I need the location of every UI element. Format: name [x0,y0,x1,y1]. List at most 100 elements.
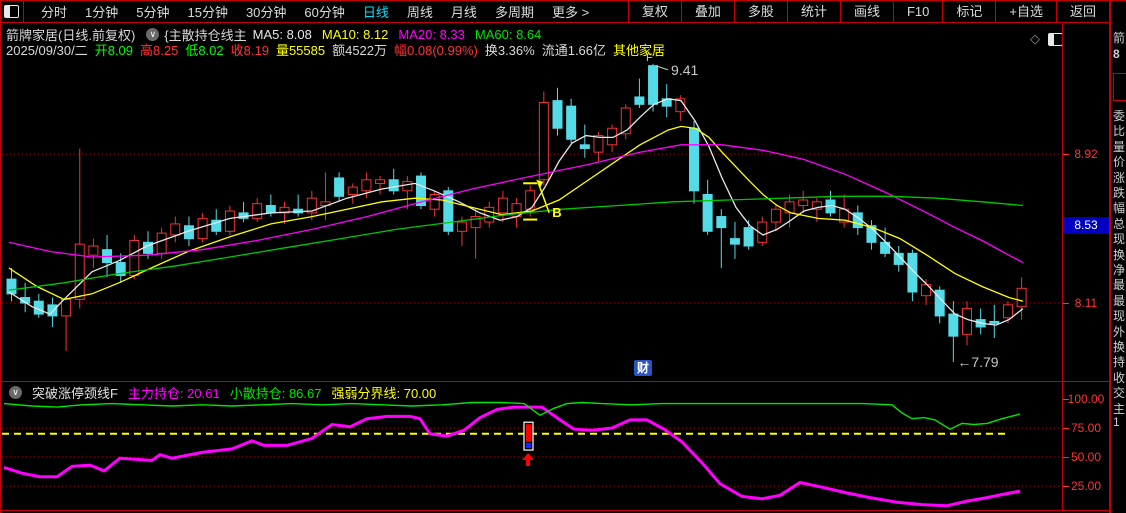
toolbar-button-3[interactable]: 统计 [786,1,840,23]
axis-tick [1063,303,1069,305]
chart-corner-icons: ◇ [1030,31,1063,47]
toolbar-button-1[interactable]: 叠加 [680,1,734,23]
candle-41 [566,105,577,140]
info-field-7: 幅0.08(0.99%) [394,43,478,58]
sub-header-label-1: 主力持仓: 20.61 [127,386,220,401]
candle-9 [129,239,140,276]
info-field-4: 收8.19 [230,43,269,58]
info-field-9: 流通1.66亿 [541,43,607,58]
strip-box [1113,73,1126,101]
candle-46 [634,96,645,105]
info-field-5: 量55585 [275,43,326,58]
candle-45 [620,107,631,135]
period-item-0[interactable]: 分时 [32,2,76,21]
toolbar-button-6[interactable]: 标记 [942,1,995,23]
candle-24 [334,177,345,197]
sub-axis-tick [1063,399,1069,400]
svg-text:←7.79: ←7.79 [957,354,998,370]
fin-badge[interactable]: 财 [634,360,652,376]
info-field-3: 低8.02 [185,43,224,58]
candle-12 [170,223,181,236]
candle-50 [689,127,699,192]
candle-36 [497,197,508,214]
candle-4 [61,298,72,317]
sub-axis-label-50: 50.00 [1070,450,1102,464]
candle-69 [948,313,959,337]
toolbar-menu: 复权 叠加 多股 统计 画线 F10 标记 +自选 返回 [627,1,1110,23]
svg-text:B: B [552,205,561,220]
sub-axis-tick [1063,428,1069,429]
collapse-icon[interactable]: ∨ [9,386,22,399]
candle-73 [1002,304,1013,319]
candle-0 [6,278,17,295]
candle-27 [375,179,386,184]
axis-left-border [1062,24,1063,510]
sub-header-label-0[interactable]: 突破涨停颈线F [32,383,118,402]
candle-26 [361,179,372,192]
candle-58 [798,199,809,207]
info-field-2: 高8.25 [140,43,179,58]
axis-label-8.11: 8.11 [1074,296,1098,311]
toolbar-button-8[interactable]: 返回 [1055,1,1110,23]
current-price-box: 8.53 [1063,216,1109,234]
strip-char-20: 1 [1113,415,1120,429]
candle-33 [456,221,467,232]
chevron-down-icon[interactable]: ∨ [146,27,160,41]
ohlc-info-row: 2025/09/30/二 开8.09 高8.25 低8.02 收8.19 量55585 额4… [6,42,672,58]
info-field-8: 换3.36% [484,43,535,58]
period-item-8[interactable]: 月线 [442,2,486,21]
signal-up-arrow [522,453,534,467]
period-item-1[interactable]: 1分钟 [76,2,127,21]
strip-price-char: 8 [1113,47,1120,61]
period-item-4[interactable]: 30分钟 [237,2,295,21]
split-panel-icon[interactable] [1048,32,1063,46]
right-panel-strip[interactable]: 箭 8 委比量价涨跌幅总现换净最最现外换持收交主1 [1110,1,1126,513]
period-menu: 分时 1分钟 5分钟 15分钟 30分钟 60分钟 日线 周线 月线 多周期 更多 > [24,1,598,23]
sub-axis-label-100: 100.00 [1067,392,1105,406]
period-item-2[interactable]: 5分钟 [127,2,178,21]
sub-axis-label-25: 25.00 [1070,479,1102,493]
candle-18 [252,203,263,219]
main-candlestick-chart[interactable]: F9.41←7.79B [2,24,1062,381]
candle-70 [962,308,972,335]
candle-57 [784,201,795,214]
strip-stock-char: 箭 [1113,31,1126,45]
period-item-7[interactable]: 周线 [398,2,442,21]
period-menubar: 分时 1分钟 5分钟 15分钟 30分钟 60分钟 日线 周线 月线 多周期 更多 > 复权 叠加 多股… [0,1,1126,23]
candle-56 [770,208,781,223]
panel-divider [0,381,1110,382]
toolbar-button-5[interactable]: F10 [892,1,942,23]
info-field-6: 额4522万 [332,43,388,58]
indicator-subchart[interactable] [2,384,1062,510]
candle-5 [74,243,85,300]
candle-53 [729,238,740,245]
period-item-10[interactable]: 更多 > [543,2,598,21]
period-item-6[interactable]: 日线 [354,2,398,21]
period-item-3[interactable]: 15分钟 [178,2,236,21]
series-主力持仓 [3,405,1021,508]
axis-tick [1063,154,1069,155]
candle-29 [402,181,413,192]
sub-axis-tick [1063,486,1069,487]
toolbar-button-2[interactable]: 多股 [733,1,787,23]
candle-19 [265,205,276,214]
sub-axis-label-75: 75.00 [1070,421,1102,435]
toolbar-button-7[interactable]: +自选 [995,1,1056,23]
svg-text:9.41: 9.41 [671,62,698,78]
sidebar-toggle-icon[interactable] [0,1,24,23]
candle-42 [579,144,590,149]
sub-axis-tick [1063,457,1069,458]
toolbar-button-0[interactable]: 复权 [627,1,681,23]
candle-39 [538,101,549,181]
candle-16 [224,210,235,232]
candle-40 [552,100,563,129]
candle-31 [429,193,440,210]
toolbar-button-4[interactable]: 画线 [839,1,893,23]
candle-25 [347,186,358,195]
diamond-icon[interactable]: ◇ [1030,31,1040,47]
bottom-border [0,510,1110,511]
period-item-9[interactable]: 多周期 [486,2,543,21]
period-item-5[interactable]: 60分钟 [295,2,353,21]
sub-header-label-2: 小散持仓: 86.67 [229,386,322,401]
candle-47 [648,65,659,105]
